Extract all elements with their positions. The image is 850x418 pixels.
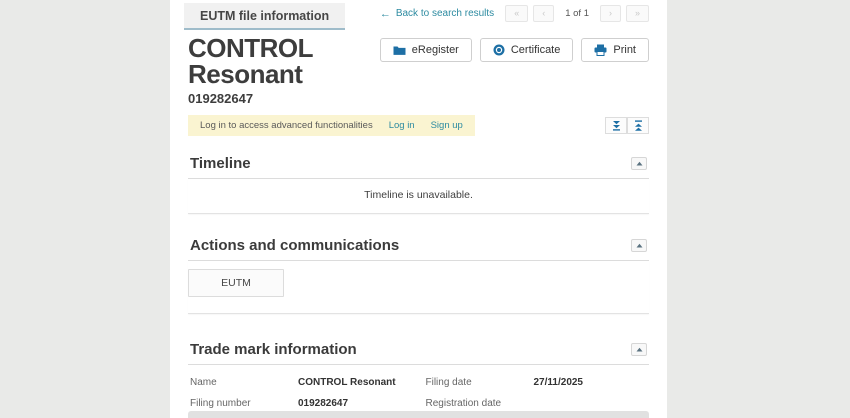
- field-row: Filing date27/11/2025: [426, 372, 648, 394]
- actions-collapse-button[interactable]: [631, 239, 647, 252]
- tab-eutm[interactable]: EUTM: [188, 269, 284, 297]
- folder-icon: [393, 45, 406, 56]
- print-button-label: Print: [613, 44, 636, 56]
- certificate-button[interactable]: Certificate: [480, 38, 574, 62]
- actions-section-header: Actions and communications: [188, 232, 649, 261]
- expand-all-icon: [611, 120, 622, 131]
- field-label: Filing number: [190, 397, 298, 409]
- certificate-button-label: Certificate: [511, 44, 561, 56]
- timeline-empty-message: Timeline is unavailable.: [188, 179, 649, 214]
- trademark-collapse-button[interactable]: [631, 343, 647, 356]
- login-link[interactable]: Log in: [389, 120, 415, 131]
- page-title: CONTROL Resonant: [188, 35, 380, 87]
- back-arrow-icon: ←: [380, 8, 391, 20]
- printer-icon: [594, 44, 607, 56]
- login-row: Log in to access advanced functionalitie…: [188, 115, 649, 136]
- expand-collapse-controls: [605, 117, 649, 134]
- chevron-up-icon: [636, 347, 643, 352]
- actions-section-body: EUTM: [188, 261, 649, 314]
- collapse-all-icon: [633, 120, 644, 131]
- content-column: EUTM file information ← Back to search r…: [170, 0, 667, 418]
- pagination-last-button[interactable]: »: [626, 5, 649, 22]
- pagination-next-button[interactable]: ›: [600, 5, 621, 22]
- certificate-seal-icon: [493, 44, 505, 56]
- field-row: NameCONTROL Resonant: [190, 372, 412, 394]
- actions-section-title: Actions and communications: [190, 237, 399, 254]
- login-banner-message: Log in to access advanced functionalitie…: [200, 120, 373, 131]
- chevron-up-icon: [636, 243, 643, 248]
- trademark-section-header: Trade mark information: [188, 336, 649, 365]
- tab-eutm-file-information[interactable]: EUTM file information: [184, 3, 345, 30]
- print-button[interactable]: Print: [581, 38, 649, 62]
- chevron-up-icon: [636, 161, 643, 166]
- login-banner: Log in to access advanced functionalitie…: [188, 115, 475, 136]
- pagination-prev-button[interactable]: ‹: [533, 5, 554, 22]
- timeline-section: Timeline Timeline is unavailable.: [188, 150, 649, 214]
- field-row: Registration date: [426, 394, 648, 413]
- actions-section: Actions and communications EUTM: [188, 232, 649, 314]
- timeline-collapse-button[interactable]: [631, 157, 647, 170]
- eregister-button[interactable]: eRegister: [380, 38, 472, 62]
- trademark-section: Trade mark information NameCONTROL Reson…: [188, 336, 649, 418]
- pagination-status: 1 of 1: [565, 8, 589, 19]
- top-bar: EUTM file information ← Back to search r…: [188, 0, 649, 30]
- signup-link[interactable]: Sign up: [431, 120, 463, 131]
- field-label: Registration date: [426, 397, 534, 409]
- search-navigation: ← Back to search results « ‹ 1 of 1 › »: [380, 5, 649, 22]
- title-row: CONTROL Resonant 019282647 eRegister Cer…: [188, 35, 649, 106]
- next-section-panel-edge: [188, 411, 649, 418]
- pagination-first-button[interactable]: «: [505, 5, 528, 22]
- trademark-section-title: Trade mark information: [190, 341, 357, 358]
- expand-all-button[interactable]: [605, 117, 627, 134]
- timeline-section-header: Timeline: [188, 150, 649, 179]
- eregister-button-label: eRegister: [412, 44, 459, 56]
- back-to-search-results-link[interactable]: Back to search results: [396, 8, 494, 19]
- field-value: 27/11/2025: [534, 376, 648, 391]
- application-number: 019282647: [188, 91, 380, 106]
- field-label: Name: [190, 376, 298, 388]
- action-buttons: eRegister Certificate Print: [380, 38, 649, 62]
- title-block: CONTROL Resonant 019282647: [188, 35, 380, 106]
- tab-label: EUTM file information: [200, 9, 329, 23]
- collapse-all-button[interactable]: [627, 117, 649, 134]
- field-value: CONTROL Resonant: [298, 376, 412, 391]
- field-value: 019282647: [298, 397, 412, 412]
- field-label: Filing date: [426, 376, 534, 388]
- timeline-section-title: Timeline: [190, 155, 251, 172]
